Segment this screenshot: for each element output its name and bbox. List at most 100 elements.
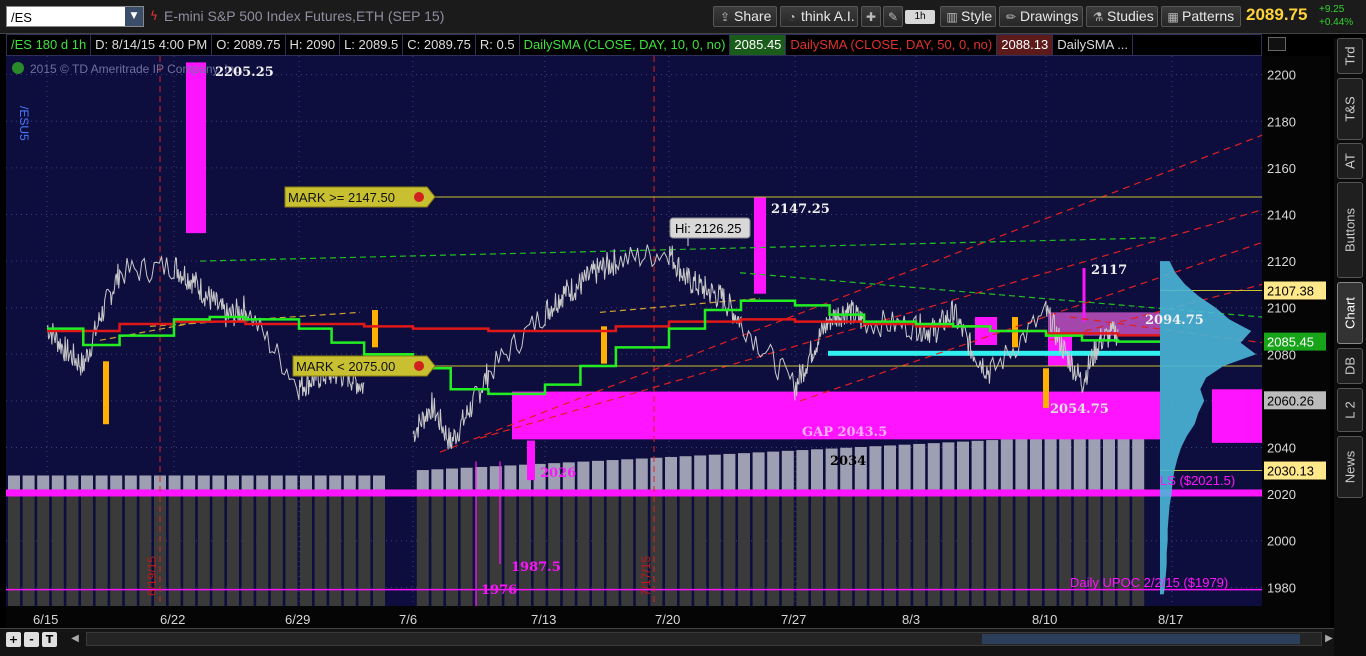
price-annotation: 2034: [830, 454, 866, 469]
info-symbol-timeframe[interactable]: /ES 180 d 1h: [7, 35, 92, 55]
volume-bar-upper: [373, 475, 385, 490]
symbol-selector[interactable]: ▼: [6, 6, 144, 27]
patterns-button[interactable]: ▦ Patterns: [1161, 6, 1241, 27]
alert-bubble-text: MARK < 2075.00: [296, 359, 395, 374]
price-annotation: 2026: [540, 466, 576, 481]
side-tab-buttons[interactable]: Buttons: [1337, 182, 1363, 278]
volume-bar-upper: [416, 470, 429, 490]
y-tick-label: 2140: [1267, 207, 1296, 222]
price-annotation: 2147.25: [771, 202, 830, 217]
side-tab-label: Buttons: [1342, 207, 1358, 253]
net-change: +9.25: [1319, 4, 1345, 15]
volume-bar-upper: [752, 452, 765, 490]
info-sma-more[interactable]: DailySMA ...: [1053, 35, 1134, 55]
info-sma50-value: 2088.13: [997, 35, 1054, 55]
volume-bar-upper: [66, 475, 79, 490]
volume-bar-upper: [8, 475, 20, 490]
volume-bar-upper: [898, 444, 911, 490]
zoom-in-button[interactable]: +: [6, 632, 21, 647]
instrument-title: E-mini S&P 500 Index Futures,ETH (SEP 15…: [164, 8, 445, 24]
side-tab-chart[interactable]: Chart: [1337, 282, 1363, 344]
zone-bar-2147: [754, 197, 766, 294]
session-marker-label: 6/19/15: [145, 556, 159, 596]
style-button[interactable]: ▥ Style: [940, 6, 996, 27]
zoom-out-button[interactable]: -: [24, 632, 39, 647]
time-scrollbar-thumb[interactable]: [982, 634, 1300, 644]
side-tab-l-2[interactable]: L 2: [1337, 388, 1363, 432]
volume-bar-upper: [300, 475, 312, 490]
patterns-icon: ▦: [1167, 10, 1179, 24]
pin-icon[interactable]: [1268, 37, 1286, 51]
price-chart[interactable]: 6/19/15 7/17/15 2015 © TD Ameritrade IP Co…: [0, 56, 1330, 628]
volume-bar-upper: [504, 465, 517, 490]
studies-label: Studies: [1107, 8, 1154, 24]
volume-bar-upper: [241, 475, 254, 490]
price-tag-label: 2060.26: [1267, 393, 1314, 408]
x-tick-label: 8/17: [1158, 612, 1183, 627]
volume-bar-upper: [621, 459, 634, 490]
chart-watermark: 2015 © TD Ameritrade IP Company, Inc.: [30, 62, 244, 76]
volume-bar-upper: [1000, 439, 1013, 490]
info-range: R: 0.5: [476, 35, 520, 55]
profile-label-upoc: Daily UPOC 2/2/15 ($1979): [1070, 575, 1228, 590]
volume-bar-upper: [1015, 438, 1028, 490]
studies-button[interactable]: ⚗ Studies: [1086, 6, 1158, 27]
drawings-button[interactable]: ✏ Drawings: [999, 6, 1083, 27]
info-high: H: 2090: [286, 35, 341, 55]
alert-close-icon[interactable]: [414, 360, 424, 371]
volume-bar-upper: [723, 453, 736, 490]
info-sma50-label[interactable]: DailySMA (CLOSE, DAY, 50, 0, no): [786, 35, 998, 55]
volume-bar-upper: [942, 442, 955, 490]
side-tab-label: L 2: [1342, 401, 1358, 419]
side-tab-t-s[interactable]: T&S: [1337, 78, 1363, 140]
timeframe-selector[interactable]: 1h: [905, 10, 935, 24]
volume-bar-upper: [1044, 436, 1057, 490]
side-tab-db[interactable]: DB: [1337, 348, 1363, 384]
price-annotation: 2094.75: [1145, 313, 1204, 328]
info-sma10-label[interactable]: DailySMA (CLOSE, DAY, 10, 0, no): [520, 35, 731, 55]
info-date: D: 8/14/15 4:00 PM: [91, 35, 213, 55]
wrench-icon: ✎: [887, 10, 899, 24]
volume-bar-upper: [212, 475, 225, 490]
side-tab-news[interactable]: News: [1337, 436, 1363, 498]
volume-bar-upper: [679, 456, 692, 490]
chart-tools-button[interactable]: ✚: [861, 6, 881, 27]
hi-callout-text: Hi: 2126.25: [675, 221, 742, 236]
y-tick-label: 2020: [1267, 487, 1296, 502]
orange-marker-4: [1043, 368, 1049, 408]
volume-bar-upper: [869, 446, 882, 490]
style-label: Style: [961, 8, 993, 24]
chart-area[interactable]: 6/19/15 7/17/15 2015 © TD Ameritrade IP Co…: [0, 56, 1330, 628]
volume-bar-upper: [1103, 433, 1115, 490]
scroll-right-icon[interactable]: ▶: [1322, 632, 1336, 646]
side-tab-trd[interactable]: Trd: [1337, 38, 1363, 74]
text-tool-button[interactable]: T: [42, 632, 57, 647]
x-tick-label: 8/10: [1032, 612, 1057, 627]
volume-bar-upper: [358, 475, 371, 490]
volume-bar-upper: [811, 449, 823, 490]
lightning-icon: ϟ: [150, 9, 158, 23]
side-tab-at[interactable]: AT: [1337, 143, 1363, 179]
symbol-input[interactable]: [7, 8, 123, 27]
volume-bar-upper: [1030, 437, 1042, 490]
volume-bar-upper: [665, 456, 677, 490]
volume-bar-upper: [796, 450, 809, 490]
volume-bar-upper: [708, 454, 721, 490]
y-tick-label: 2160: [1267, 161, 1296, 176]
side-panel-tabs: Trd T&S AT Buttons Chart DB L 2 News: [1334, 38, 1366, 623]
think-ai-button[interactable]: ◔ think A.I.: [780, 6, 858, 27]
chevron-down-icon[interactable]: ▼: [125, 7, 143, 26]
info-low: L: 2089.5: [340, 35, 404, 55]
zone-bar-2205: [186, 62, 206, 234]
volume-bar-upper: [1059, 436, 1072, 490]
x-tick-label: 7/27: [781, 612, 806, 627]
time-scrollbar[interactable]: [86, 632, 1322, 646]
volume-bar-upper: [22, 475, 35, 490]
scroll-left-icon[interactable]: ◀: [68, 632, 82, 646]
y-tick-label: 2120: [1267, 254, 1296, 269]
chart-settings-button[interactable]: ✎: [883, 6, 903, 27]
share-button[interactable]: ⇪ Share: [713, 6, 777, 27]
ls-magenta-band: [6, 489, 1262, 497]
volume-bar-upper: [446, 468, 458, 490]
alert-close-icon[interactable]: [414, 191, 424, 202]
